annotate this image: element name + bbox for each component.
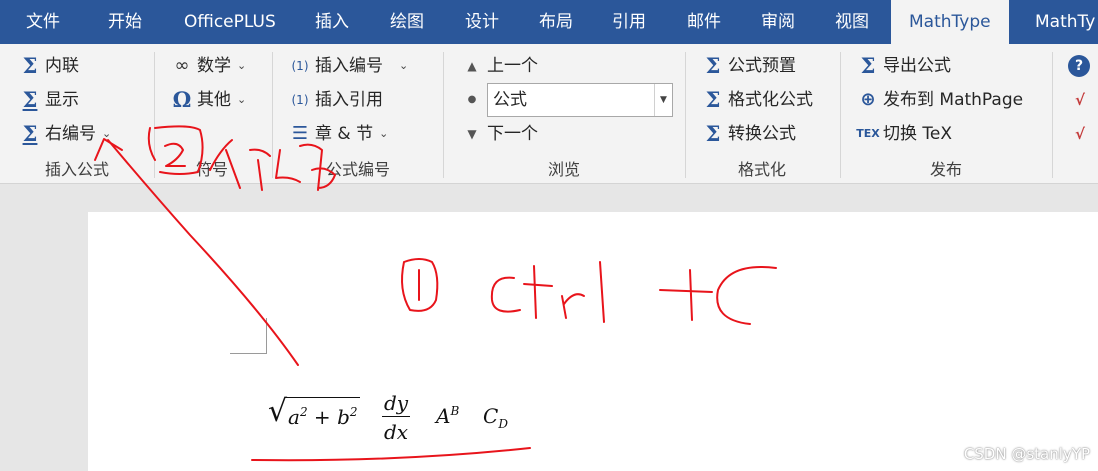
help-icon: ?	[1068, 55, 1090, 77]
right-number-button[interactable]: Σ 右编号 ⌄	[18, 120, 112, 148]
tab-file[interactable]: 文件	[26, 0, 60, 44]
sigma-pen-icon: Σ	[705, 53, 721, 78]
globe-icon: ⊕	[860, 89, 876, 110]
toggle-tex-button[interactable]: TEX 切换 TeX	[856, 120, 952, 148]
arrow-up-icon: ▲	[467, 59, 477, 73]
tex-icon: TEX	[856, 127, 880, 140]
group-divider	[685, 52, 686, 178]
convert-formula-button[interactable]: Σ 转换公式	[701, 120, 796, 148]
radicand: a2 + b2	[286, 397, 360, 431]
check-search-icon: √	[1074, 125, 1085, 143]
next-formula-button[interactable]: ▼ 下一个	[460, 120, 538, 148]
tab-review[interactable]: 审阅	[761, 0, 795, 44]
group-divider	[840, 52, 841, 178]
page-corner-mark	[230, 318, 267, 354]
tab-insert[interactable]: 插入	[315, 0, 349, 44]
number-link-icon: (1)	[291, 93, 309, 107]
browse-type-select[interactable]: 公式 ▼	[487, 83, 673, 117]
arrow-down-icon: ▼	[467, 127, 477, 141]
sigma-numbered-icon: Σ	[22, 121, 38, 146]
fraction-denominator: dx	[383, 420, 409, 445]
group-divider	[443, 52, 444, 178]
tab-view[interactable]: 视图	[835, 0, 869, 44]
radical-sign: √	[268, 394, 288, 429]
format-formula-button[interactable]: Σ 格式化公式	[701, 86, 813, 114]
chevron-down-icon: ⌄	[102, 127, 112, 140]
sigma-underline-icon: Σ	[22, 87, 38, 112]
chevron-down-icon: ⌄	[237, 59, 247, 72]
formula-power[interactable]: AB	[436, 404, 459, 428]
export-formula-button[interactable]: Σ 导出公式	[856, 52, 951, 80]
ribbon-tab-bar: 文件 开始 OfficePLUS 插入 绘图 设计 布局 引用 邮件 审阅 视图…	[0, 0, 1098, 44]
tab-layout[interactable]: 布局	[539, 0, 573, 44]
sigma-icon: Σ	[22, 53, 38, 78]
ribbon: Σ 内联 Σ 显示 Σ 右编号 ⌄ 插入公式 ∞ 数学 ⌄ Ω 其他 ⌄ 符号 …	[0, 44, 1098, 184]
sigma-format-icon: Σ	[705, 87, 721, 112]
omega-icon: Ω	[172, 87, 192, 112]
list-icon: ☰	[291, 123, 309, 144]
tab-design[interactable]: 设计	[465, 0, 499, 44]
display-formula-button[interactable]: Σ 显示	[18, 86, 79, 114]
tab-mathtype-2[interactable]: MathTy	[1035, 0, 1095, 44]
infinity-icon: ∞	[174, 55, 190, 76]
fraction-numerator: dy	[383, 391, 409, 415]
inline-formula-button[interactable]: Σ 内联	[18, 52, 79, 80]
group-divider	[154, 52, 155, 178]
insert-reference-button[interactable]: (1) 插入引用	[288, 86, 384, 114]
chevron-down-icon: ⌄	[237, 93, 247, 106]
sigma-convert-icon: Σ	[705, 121, 721, 146]
publish-mathpage-button[interactable]: ⊕ 发布到 MathPage	[856, 86, 1023, 114]
formula-preset-button[interactable]: Σ 公式预置	[701, 52, 796, 80]
tab-officeplus[interactable]: OfficePLUS	[184, 0, 276, 44]
group-label-browse: 浏览	[547, 160, 580, 179]
chapter-section-button[interactable]: ☰ 章 & 节 ⌄	[288, 120, 388, 148]
group-label-formula-number: 公式编号	[325, 160, 390, 179]
insert-number-button[interactable]: (1) 插入编号 ⌄	[288, 52, 409, 80]
formula-fraction[interactable]: dy dx	[382, 390, 410, 447]
group-divider	[1052, 52, 1053, 178]
number-paren-icon: (1)	[291, 59, 309, 73]
group-label-publish: 发布	[929, 160, 962, 179]
check-search-button[interactable]: √	[1068, 120, 1095, 148]
math-symbols-button[interactable]: ∞ 数学 ⌄	[170, 52, 247, 80]
dropdown-arrow-icon[interactable]: ▼	[654, 84, 672, 116]
chevron-down-icon: ⌄	[399, 59, 409, 72]
previous-formula-button[interactable]: ▲ 上一个	[460, 52, 538, 80]
sigma-save-icon: Σ	[860, 53, 876, 78]
tab-draw[interactable]: 绘图	[390, 0, 424, 44]
formula-subscript[interactable]: CD	[483, 404, 508, 431]
tab-references[interactable]: 引用	[612, 0, 646, 44]
tab-mailings[interactable]: 邮件	[687, 0, 721, 44]
check-link-icon: √	[1074, 91, 1085, 109]
chevron-down-icon: ⌄	[379, 127, 389, 140]
tab-home[interactable]: 开始	[108, 0, 142, 44]
other-symbols-button[interactable]: Ω 其他 ⌄	[170, 86, 247, 114]
circle-icon: ●	[467, 94, 477, 105]
tab-mathtype[interactable]: MathType	[891, 0, 1009, 44]
group-label-insert-formula: 插入公式	[44, 160, 109, 179]
group-label-format: 格式化	[737, 160, 786, 179]
help-button[interactable]: ?	[1068, 52, 1093, 80]
check-update-button[interactable]: √	[1068, 86, 1095, 114]
group-divider	[272, 52, 273, 178]
group-label-symbols: 符号	[195, 160, 228, 179]
watermark: CSDN @stanlyYP	[963, 445, 1090, 463]
